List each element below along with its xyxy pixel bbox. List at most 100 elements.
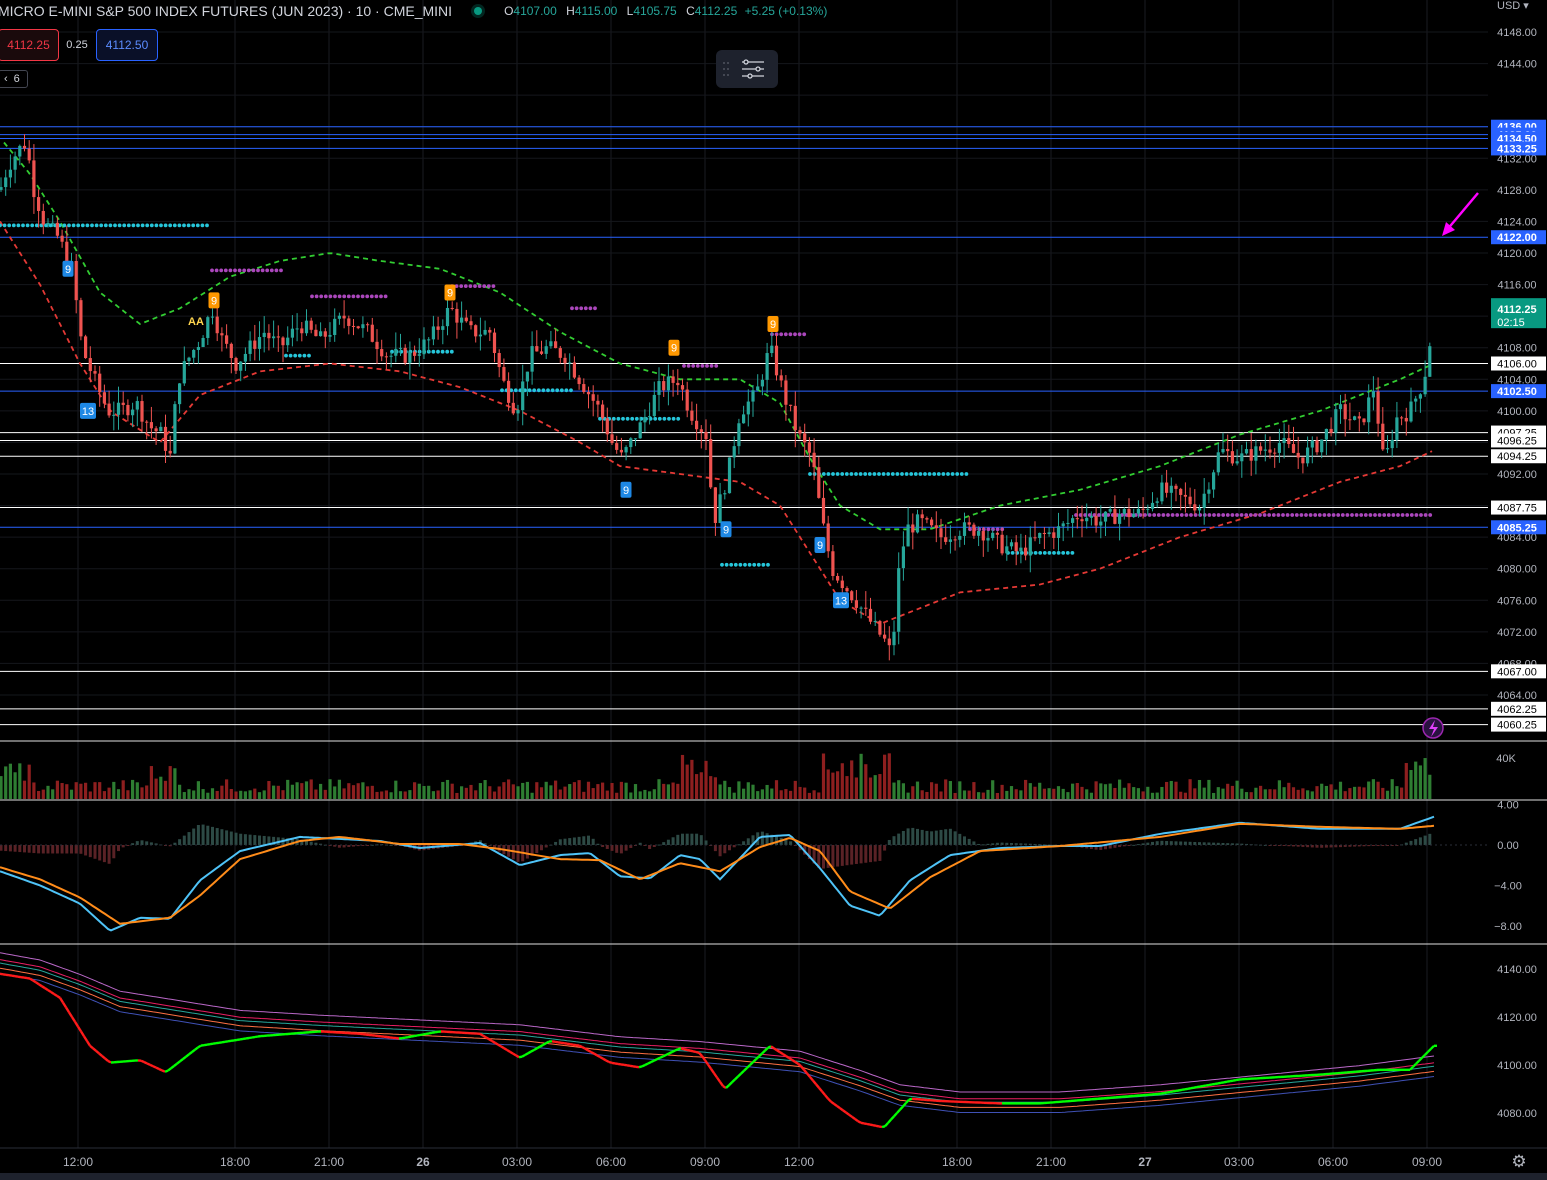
level-dot xyxy=(909,472,914,476)
volume-bar xyxy=(478,783,482,799)
level-dot xyxy=(323,294,328,299)
ribbon-fast-segment xyxy=(671,1049,676,1054)
candle-body xyxy=(375,341,379,350)
ribbon-fast-segment xyxy=(566,1042,571,1046)
ribbon-fast-segment xyxy=(641,1063,646,1068)
quantity-selector[interactable]: ‹ 6 xyxy=(0,70,28,88)
level-dot xyxy=(260,268,265,273)
level-dot xyxy=(1038,551,1043,555)
volume-bar xyxy=(643,789,647,799)
sell-button[interactable]: 4112.25 xyxy=(0,29,59,61)
candle-body xyxy=(319,331,323,337)
volume-bar xyxy=(751,784,755,799)
candle-body xyxy=(1174,485,1178,489)
candle-body xyxy=(615,443,619,450)
candle-body xyxy=(478,334,482,337)
volume-bar xyxy=(709,776,713,799)
level-label-text: 4085.25 xyxy=(1497,522,1537,534)
ribbon-fast-segment xyxy=(1205,1083,1210,1087)
level-dot xyxy=(1065,551,1070,555)
volume-bar xyxy=(295,782,299,799)
candle-body xyxy=(901,546,905,569)
td-label-text: 9 xyxy=(671,343,677,355)
chart-canvas[interactable]: 913999999913AA 4148.004144.004132.004128… xyxy=(0,0,1547,1180)
candle-body xyxy=(953,539,957,541)
level-dot xyxy=(854,472,858,476)
currency-selector[interactable]: USD ▾ xyxy=(1497,0,1529,12)
ribbon-fast-segment xyxy=(85,1040,92,1047)
level-dot xyxy=(616,416,621,421)
price-tick-label: 4080.00 xyxy=(1497,564,1537,576)
level-dot xyxy=(1143,513,1147,517)
volume-bar xyxy=(883,754,887,799)
candle-body xyxy=(1338,404,1343,410)
volume-bar xyxy=(648,791,652,799)
buy-button[interactable]: 4112.50 xyxy=(96,29,158,61)
candle-body xyxy=(1254,446,1258,461)
volume-bar xyxy=(798,786,802,799)
volume-bar xyxy=(1179,791,1183,799)
ribbon-fast-segment xyxy=(1232,1078,1237,1082)
level-dot xyxy=(85,223,90,228)
level-dot xyxy=(369,294,374,299)
candle-body xyxy=(422,339,426,355)
candle-body xyxy=(474,325,478,337)
volume-bar xyxy=(596,784,600,799)
level-dot xyxy=(108,223,113,228)
candle-body xyxy=(1414,398,1418,402)
macd-histogram-bar xyxy=(662,842,666,845)
volume-bar xyxy=(995,792,999,799)
volume-bar xyxy=(276,785,280,799)
level-dot xyxy=(172,223,177,228)
candle-body xyxy=(629,438,633,448)
macd-histogram-bar xyxy=(723,845,727,854)
ribbon-fast-segment xyxy=(239,1037,244,1041)
volume-bar xyxy=(624,782,628,799)
ribbon-fast-segment xyxy=(413,1034,418,1038)
ribbon-fast-segment xyxy=(479,1032,484,1037)
ribbon-fast-segment xyxy=(833,1102,838,1107)
candle-body xyxy=(1291,444,1296,453)
ribbon-fast-segment xyxy=(653,1058,658,1062)
candle-body xyxy=(760,379,764,387)
candle-body xyxy=(380,349,384,357)
indicator-settings-button[interactable] xyxy=(716,50,778,88)
candle-body xyxy=(1146,508,1150,510)
candle-body xyxy=(1071,518,1075,523)
candle-body xyxy=(370,324,374,342)
annotation-text: AA xyxy=(188,316,204,328)
candle-body xyxy=(756,386,760,391)
candle-body xyxy=(643,417,647,423)
candle-body xyxy=(173,404,177,454)
level-dot xyxy=(337,294,342,299)
gear-icon[interactable]: ⚙ xyxy=(1509,1152,1529,1172)
level-dot xyxy=(1170,513,1175,517)
candle-body xyxy=(295,328,299,330)
candle-body xyxy=(554,341,558,349)
macd-histogram-bar xyxy=(201,824,205,845)
candle-body xyxy=(215,316,219,334)
ribbon-fast-segment xyxy=(596,1054,601,1059)
ribbon-fast-segment xyxy=(8,974,13,977)
macd-histogram-bar xyxy=(93,845,97,859)
ribbon-fast-segment xyxy=(416,1033,421,1037)
level-dot xyxy=(328,294,333,299)
ribbon-fast-segment xyxy=(752,1058,757,1063)
price-tick-label: 4092.00 xyxy=(1497,469,1537,481)
level-dot xyxy=(570,306,574,311)
level-dot xyxy=(500,388,504,393)
level-dot xyxy=(671,416,676,421)
countdown-text: 02:15 xyxy=(1497,317,1525,329)
macd-histogram-bar xyxy=(234,832,238,845)
candle-body xyxy=(887,638,891,646)
volume-bar xyxy=(1240,788,1244,799)
ribbon-fast-segment xyxy=(578,1044,583,1049)
volume-bar xyxy=(32,782,36,799)
volume-bar xyxy=(1212,792,1216,799)
volume-bar xyxy=(732,792,736,799)
candle-body xyxy=(986,538,990,541)
ribbon-tick-label: 4140.00 xyxy=(1497,964,1537,976)
volume-bar xyxy=(18,763,22,799)
volume-bar xyxy=(347,783,351,799)
candle-body xyxy=(544,346,548,354)
